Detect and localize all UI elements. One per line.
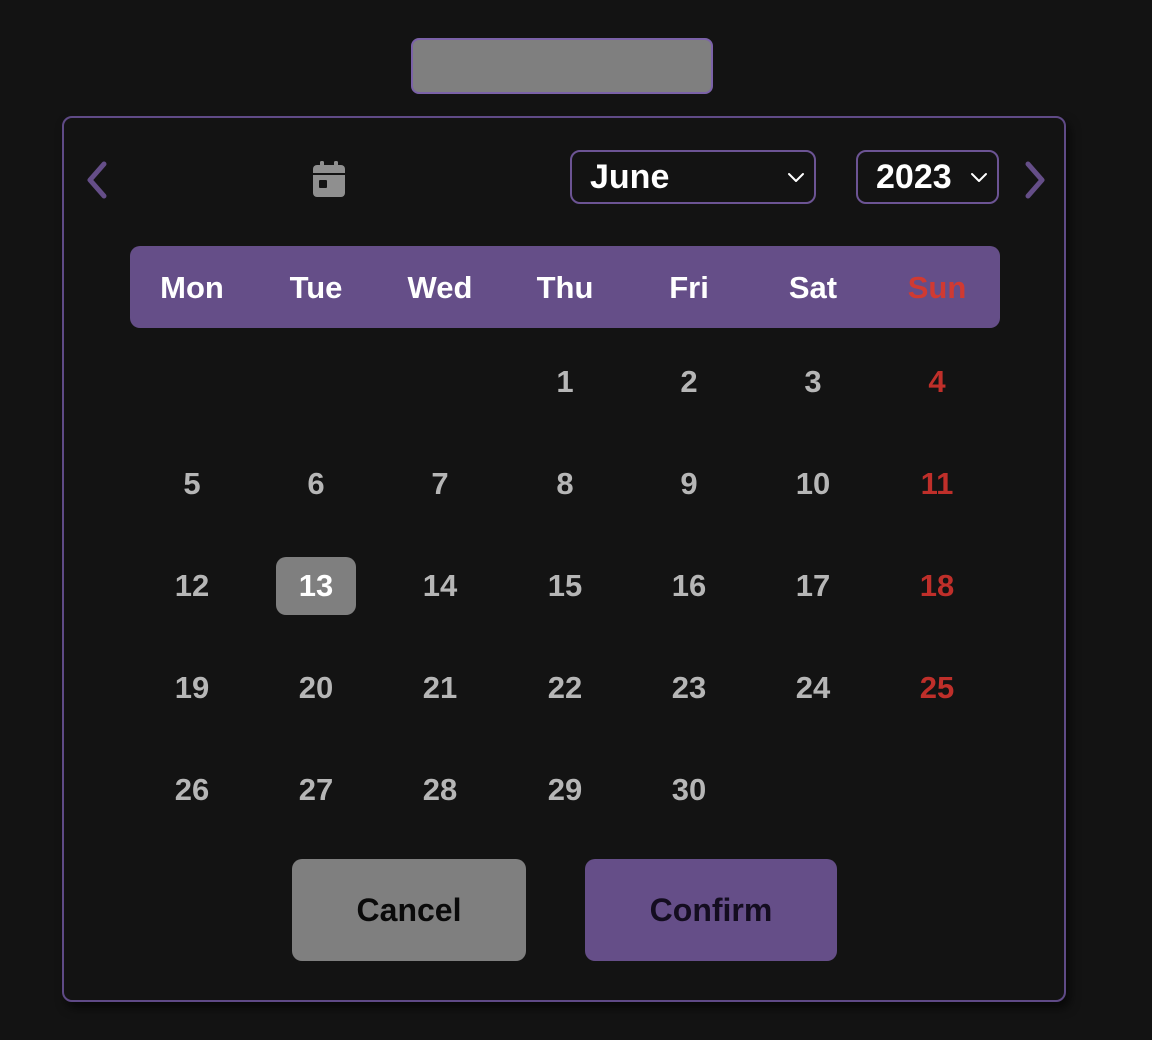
day-cell[interactable]: 19 — [152, 659, 232, 717]
day-cell[interactable]: 7 — [400, 455, 480, 513]
weekday-sat: Sat — [788, 270, 838, 305]
chevron-down-icon — [971, 173, 987, 182]
chevron-left-icon[interactable] — [78, 158, 118, 202]
day-cell[interactable]: 8 — [525, 455, 605, 513]
chevron-down-icon — [788, 173, 804, 182]
day-cell[interactable]: 26 — [152, 761, 232, 819]
day-cell[interactable]: 9 — [649, 455, 729, 513]
day-cell[interactable]: 27 — [276, 761, 356, 819]
day-cell[interactable]: 30 — [649, 761, 729, 819]
chevron-right-icon[interactable] — [1014, 158, 1054, 202]
weekday-wed: Wed — [407, 270, 473, 305]
day-cell[interactable]: 18 — [897, 557, 977, 615]
weekday-mon: Mon — [160, 270, 224, 305]
year-select-value: 2023 — [876, 157, 952, 196]
calendar-icon[interactable] — [312, 160, 346, 198]
day-cell[interactable]: 28 — [400, 761, 480, 819]
day-cell[interactable]: 17 — [773, 557, 853, 615]
confirm-button[interactable]: Confirm — [585, 859, 837, 961]
day-cell[interactable]: 29 — [525, 761, 605, 819]
day-cell[interactable]: 20 — [276, 659, 356, 717]
weekday-thu: Thu — [536, 270, 594, 305]
day-cell[interactable]: 5 — [152, 455, 232, 513]
weekday-sun: Sun — [907, 270, 967, 305]
day-cell[interactable]: 4 — [897, 353, 977, 411]
day-cell[interactable]: 1 — [525, 353, 605, 411]
day-cell[interactable]: 2 — [649, 353, 729, 411]
day-cell[interactable]: 23 — [649, 659, 729, 717]
date-picker-popup: June 2023 Mon Tue Wed Thu Fri Sat Sun 12… — [62, 116, 1066, 1002]
day-cell[interactable]: 21 — [400, 659, 480, 717]
day-cell-selected[interactable]: 13 — [276, 557, 356, 615]
weekday-header: Mon Tue Wed Thu Fri Sat Sun — [130, 246, 1000, 328]
day-cell[interactable]: 12 — [152, 557, 232, 615]
day-cell[interactable]: 24 — [773, 659, 853, 717]
day-cell[interactable]: 14 — [400, 557, 480, 615]
day-cell[interactable]: 11 — [897, 455, 977, 513]
date-input[interactable] — [411, 38, 713, 94]
day-cell[interactable]: 25 — [897, 659, 977, 717]
year-select[interactable]: 2023 — [856, 150, 999, 204]
weekday-fri: Fri — [669, 270, 709, 305]
weekday-tue: Tue — [289, 270, 343, 305]
day-cell[interactable]: 16 — [649, 557, 729, 615]
day-cell[interactable]: 3 — [773, 353, 853, 411]
day-cell[interactable]: 22 — [525, 659, 605, 717]
day-cell[interactable]: 10 — [773, 455, 853, 513]
month-select-value: June — [590, 157, 670, 196]
day-cell[interactable]: 15 — [525, 557, 605, 615]
day-cell[interactable]: 6 — [276, 455, 356, 513]
cancel-button[interactable]: Cancel — [292, 859, 526, 961]
month-select[interactable]: June — [570, 150, 816, 204]
